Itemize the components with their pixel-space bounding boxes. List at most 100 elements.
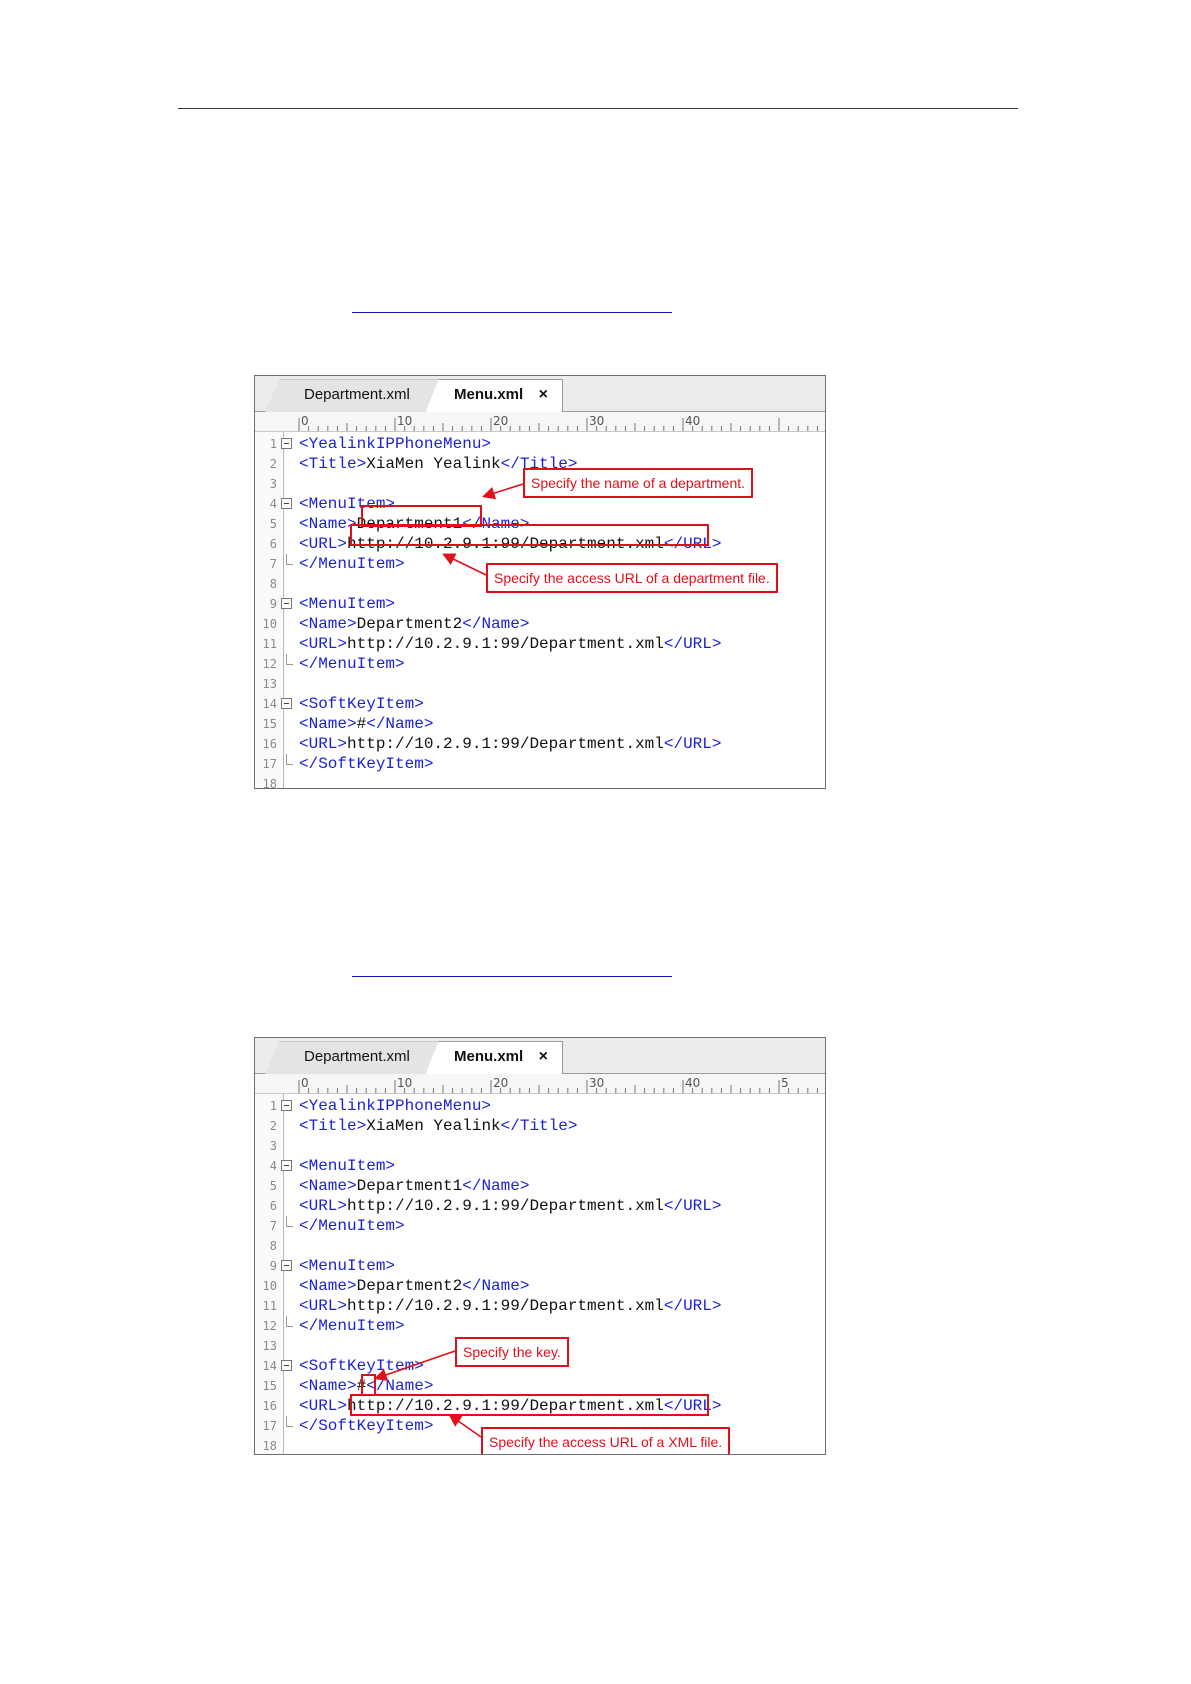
- code-line[interactable]: 9 <MenuItem>: [255, 594, 825, 614]
- xml-tag: <URL>: [299, 635, 348, 653]
- code-line[interactable]: 16 <URL>http://10.2.9.1:99/Department.xml…: [255, 734, 825, 754]
- code-line[interactable]: 3: [255, 1136, 825, 1156]
- tab-menu-xml[interactable]: Menu.xml ×: [425, 1041, 563, 1075]
- code-line[interactable]: 11 <URL>http://10.2.9.1:99/Department.xml…: [255, 634, 825, 654]
- line-number: 14: [262, 1359, 277, 1373]
- xml-tag: </Name>: [462, 1177, 530, 1195]
- code-text: <YealinkIPPhoneMenu>: [299, 1096, 491, 1116]
- highlight-url: [350, 1394, 709, 1416]
- xml-value: XiaMen Yealink: [366, 455, 501, 473]
- code-line[interactable]: 15 <Name>#</Name>: [255, 1376, 825, 1396]
- tab-department-xml[interactable]: Department.xml: [265, 1041, 445, 1074]
- xml-value: XiaMen Yealink: [366, 1117, 501, 1135]
- code-line[interactable]: 7 </MenuItem>: [255, 1216, 825, 1236]
- code-text: <MenuItem>: [299, 594, 395, 614]
- xml-tag: </SoftKeyItem>: [299, 1417, 434, 1435]
- line-number: 13: [262, 1339, 277, 1353]
- line-number: 15: [262, 1379, 277, 1393]
- xml-tag: </MenuItem>: [299, 1217, 405, 1235]
- code-line[interactable]: 1 <YealinkIPPhoneMenu>: [255, 1096, 825, 1116]
- code-line[interactable]: 5 <Name>Department1</Name>: [255, 1176, 825, 1196]
- line-number: 10: [262, 617, 277, 631]
- line-number: 16: [262, 737, 277, 751]
- code-text: <SoftKeyItem>: [299, 1356, 424, 1376]
- xml-value: http://10.2.9.1:99/Department.xml: [347, 635, 664, 653]
- code-line[interactable]: 12 </MenuItem>: [255, 1316, 825, 1336]
- tab-bar: Department.xml Menu.xml ×: [255, 1038, 825, 1075]
- ruler-label: 20: [493, 1076, 508, 1090]
- line-number: 8: [269, 577, 277, 591]
- line-number: 4: [269, 497, 277, 511]
- xml-tag: <Title>: [299, 1117, 367, 1135]
- fold-toggle-icon[interactable]: [281, 498, 292, 509]
- ruler-label: 10: [397, 1076, 412, 1090]
- code-line[interactable]: 8: [255, 1236, 825, 1256]
- xml-value: Department1: [356, 1177, 463, 1195]
- tab-label: Menu.xml: [454, 386, 524, 403]
- line-number: 18: [262, 777, 277, 789]
- code-line[interactable]: 9 <MenuItem>: [255, 1256, 825, 1276]
- code-editor[interactable]: 1 <YealinkIPPhoneMenu> 2 <Title>XiaMen Yeal…: [255, 1094, 825, 1454]
- code-line[interactable]: 17 </SoftKeyItem>: [255, 754, 825, 774]
- fold-toggle-icon[interactable]: [281, 1160, 292, 1171]
- line-number: 7: [269, 557, 277, 571]
- code-line[interactable]: 13: [255, 674, 825, 694]
- xml-tag: </Name>: [366, 1377, 434, 1395]
- code-line[interactable]: 6 <URL>http://10.2.9.1:99/Department.xml<…: [255, 1196, 825, 1216]
- xml-tag: <Name>: [299, 1377, 357, 1395]
- xml-tag: <YealinkIPPhoneMenu>: [299, 435, 492, 453]
- line-number: 17: [262, 1419, 277, 1433]
- fold-toggle-icon[interactable]: [281, 698, 292, 709]
- callout-department-url: Specify the access URL of a department f…: [486, 563, 778, 593]
- xml-tag: </MenuItem>: [299, 555, 405, 573]
- line-number: 5: [269, 1179, 277, 1193]
- code-line[interactable]: 11 <URL>http://10.2.9.1:99/Department.xml…: [255, 1296, 825, 1316]
- line-number: 9: [269, 597, 277, 611]
- code-text: <Name>Department2</Name>: [299, 614, 529, 634]
- ruler-label: 30: [589, 1076, 604, 1090]
- line-number: 2: [269, 457, 277, 471]
- tab-department-xml[interactable]: Department.xml: [265, 379, 445, 412]
- code-line[interactable]: 1 <YealinkIPPhoneMenu>: [255, 434, 825, 454]
- fold-end-marker: [286, 754, 293, 765]
- code-line[interactable]: 15 <Name>#</Name>: [255, 714, 825, 734]
- line-number: 8: [269, 1239, 277, 1253]
- code-line[interactable]: 10 <Name>Department2</Name>: [255, 614, 825, 634]
- fold-toggle-icon[interactable]: [281, 598, 292, 609]
- line-number: 6: [269, 537, 277, 551]
- code-line[interactable]: 14 <SoftKeyItem>: [255, 694, 825, 714]
- hyperlink-underline-1[interactable]: [352, 312, 672, 313]
- fold-toggle-icon[interactable]: [281, 438, 292, 449]
- line-number: 7: [269, 1219, 277, 1233]
- tab-menu-xml[interactable]: Menu.xml ×: [425, 379, 563, 413]
- fold-toggle-icon[interactable]: [281, 1100, 292, 1111]
- tab-bar: Department.xml Menu.xml ×: [255, 376, 825, 413]
- fold-toggle-icon[interactable]: [281, 1360, 292, 1371]
- line-number: 14: [262, 697, 277, 711]
- xml-tag: </Name>: [462, 615, 530, 633]
- line-number: 12: [262, 657, 277, 671]
- fold-toggle-icon[interactable]: [281, 1260, 292, 1271]
- code-text: <URL>http://10.2.9.1:99/Department.xml</…: [299, 734, 721, 754]
- xml-tag: </MenuItem>: [299, 1317, 405, 1335]
- ruler-label: 40: [685, 1076, 700, 1090]
- highlight-url: [350, 524, 709, 546]
- close-icon[interactable]: ×: [539, 1042, 548, 1072]
- close-icon[interactable]: ×: [539, 380, 548, 410]
- code-text: <URL>http://10.2.9.1:99/Department.xml</…: [299, 1196, 721, 1216]
- xml-tag: <YealinkIPPhoneMenu>: [299, 1097, 492, 1115]
- code-line[interactable]: 12 </MenuItem>: [255, 654, 825, 674]
- xml-tag: </URL>: [663, 1197, 722, 1215]
- line-number: 18: [262, 1439, 277, 1453]
- code-line[interactable]: 10 <Name>Department2</Name>: [255, 1276, 825, 1296]
- code-editor[interactable]: 1 <YealinkIPPhoneMenu> 2 <Title>XiaMen Yeal…: [255, 432, 825, 788]
- code-line[interactable]: 2 <Title>XiaMen Yealink</Title>: [255, 1116, 825, 1136]
- xml-tag: </URL>: [663, 735, 722, 753]
- code-text: </MenuItem>: [299, 654, 405, 674]
- code-line[interactable]: 4 <MenuItem>: [255, 1156, 825, 1176]
- line-number: 12: [262, 1319, 277, 1333]
- code-line[interactable]: 18: [255, 774, 825, 789]
- hyperlink-underline-2[interactable]: [352, 976, 672, 977]
- header-rule: [178, 108, 1018, 109]
- xml-tag: <SoftKeyItem>: [299, 1357, 424, 1375]
